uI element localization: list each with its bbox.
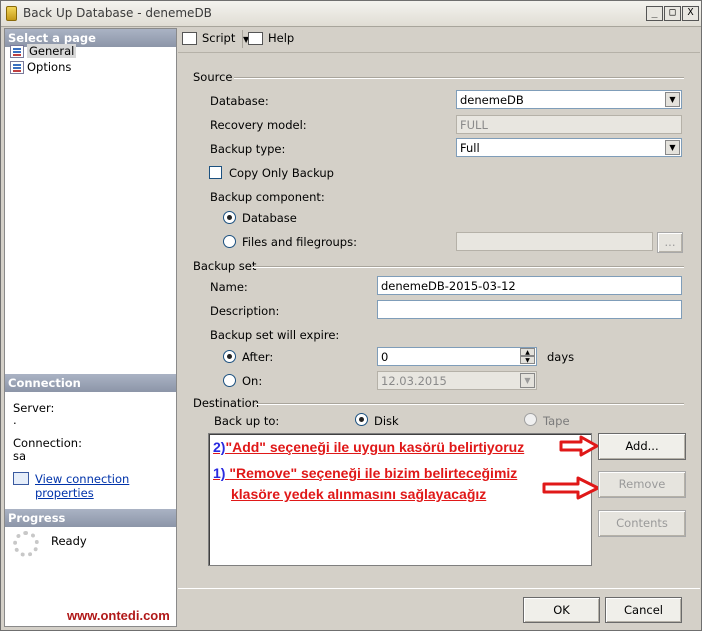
view-connection-properties-label: View connection properties	[35, 472, 130, 500]
recovery-model-field: FULL	[456, 115, 682, 134]
backup-type-label: Backup type:	[210, 142, 286, 156]
script-button[interactable]: Script ▼	[182, 31, 249, 47]
remove-button[interactable]: Remove	[598, 471, 686, 498]
recovery-model-label: Recovery model:	[210, 118, 307, 132]
script-label: Script	[202, 31, 236, 45]
annotation-remove-number: 1)	[213, 465, 226, 481]
expire-after-label: After:	[242, 350, 274, 364]
name-input[interactable]: denemeDB-2015-03-12	[377, 276, 682, 295]
chevron-down-icon: ▼	[520, 373, 535, 388]
ok-button[interactable]: OK	[523, 597, 600, 623]
connection-header: Connection	[5, 374, 176, 392]
database-icon	[6, 6, 17, 21]
backup-to-disk-label: Disk	[374, 414, 399, 428]
toolbar: Script ▼ Help	[178, 28, 700, 50]
expire-on-label: On:	[242, 374, 263, 388]
expire-days-value: 0	[381, 350, 389, 364]
page-icon	[10, 61, 24, 74]
backup-to-tape-radio	[524, 413, 537, 426]
dialog-footer: OK Cancel	[178, 588, 700, 628]
contents-button[interactable]: Contents	[598, 510, 686, 537]
description-label: Description:	[210, 304, 280, 318]
annotation-remove: 1) "Remove" seçeneği ile bizim belirtece…	[213, 465, 517, 481]
annotation-remove-text: "Remove" seçeneği ile bizim belirteceğim…	[229, 465, 518, 481]
maximize-button[interactable]: □	[664, 6, 681, 21]
close-button[interactable]: X	[682, 6, 699, 21]
page-general[interactable]: General	[9, 44, 77, 60]
backup-dialog: Back Up Database - denemeDB _ □ X Select…	[0, 0, 702, 631]
destination-list[interactable]: 2)"Add" seçeneği ile uygun kasörü belirt…	[208, 433, 592, 566]
chevron-down-icon: ▼	[665, 140, 680, 155]
expire-days-stepper[interactable]: 0 ▲ ▼	[377, 347, 537, 366]
page-icon	[10, 45, 24, 58]
backup-to-tape-label: Tape	[543, 414, 570, 428]
expire-date-combo: 12.03.2015 ▼	[377, 371, 537, 390]
connection-value: sa	[13, 449, 27, 463]
page-options[interactable]: Options	[9, 60, 71, 76]
backup-to-disk-radio[interactable]	[355, 413, 368, 426]
toolbar-separator	[242, 30, 243, 48]
backup-type-value: Full	[460, 141, 480, 155]
source-group-label: Source	[193, 70, 233, 84]
expire-on-radio[interactable]	[223, 374, 236, 387]
annotation-add: 2)"Add" seçeneği ile uygun kasörü belirt…	[213, 439, 524, 455]
page-options-label: Options	[27, 60, 72, 74]
cancel-button[interactable]: Cancel	[605, 597, 682, 623]
left-pane: Select a page General Options Connection…	[4, 28, 177, 627]
database-combo[interactable]: denemeDB ▼	[456, 90, 682, 109]
destination-group-label: Destination	[193, 396, 259, 410]
server-label: Server:	[13, 401, 55, 415]
annotation-remove-line2: klasöre yedek alınmasını sağlayacağız	[231, 486, 487, 502]
window-title: Back Up Database - denemeDB	[23, 6, 212, 20]
database-label: Database:	[210, 94, 269, 108]
annotation-add-number: 2)	[213, 439, 226, 455]
component-files-radio[interactable]	[223, 235, 236, 248]
chevron-down-icon: ▼	[665, 92, 680, 107]
backup-component-label: Backup component:	[210, 190, 325, 204]
progress-spinner-icon	[13, 531, 39, 557]
backup-to-label: Back up to:	[214, 414, 280, 428]
help-label: Help	[268, 31, 295, 45]
server-value: .	[13, 413, 17, 427]
name-label: Name:	[210, 280, 248, 294]
add-button[interactable]: Add...	[598, 433, 686, 460]
annotation-add-text: "Add" seçeneği ile uygun kasörü belirtiy…	[225, 439, 525, 455]
general-page: Source Database: denemeDB ▼ Recovery mod…	[178, 52, 700, 586]
component-database-label: Database	[242, 211, 297, 225]
database-value: denemeDB	[460, 93, 524, 107]
view-connection-properties-link[interactable]: View connection properties	[13, 472, 176, 500]
arrow-right-icon	[542, 476, 600, 500]
expire-label: Backup set will expire:	[210, 328, 340, 342]
right-pane: Script ▼ Help Source Database: denemeDB …	[178, 28, 700, 588]
destination-divider	[256, 403, 684, 404]
backup-set-divider	[252, 266, 684, 267]
help-button[interactable]: Help	[248, 31, 294, 47]
connection-label: Connection:	[13, 436, 82, 450]
title-bar: Back Up Database - denemeDB _ □ X	[1, 1, 701, 27]
component-database-radio[interactable]	[223, 211, 236, 224]
script-icon	[182, 32, 197, 45]
filegroups-field	[456, 232, 653, 251]
browse-button[interactable]: ...	[657, 232, 683, 253]
page-general-label: General	[27, 44, 77, 58]
description-input[interactable]	[377, 300, 682, 319]
help-icon	[248, 32, 263, 45]
backup-set-group-label: Backup set	[193, 259, 257, 273]
progress-status: Ready	[51, 534, 87, 548]
backup-type-combo[interactable]: Full ▼	[456, 138, 682, 157]
arrow-right-icon	[559, 435, 599, 457]
days-label: days	[547, 350, 575, 364]
watermark: www.ontedi.com	[67, 608, 170, 623]
component-files-label: Files and filegroups:	[242, 235, 357, 249]
expire-date-value: 12.03.2015	[381, 374, 447, 388]
copy-only-checkbox[interactable]	[209, 166, 222, 179]
expire-after-radio[interactable]	[223, 350, 236, 363]
progress-header: Progress	[5, 509, 176, 527]
properties-icon	[13, 472, 29, 485]
chevron-down-icon[interactable]: ▼	[520, 356, 535, 364]
source-divider	[234, 77, 684, 78]
minimize-button[interactable]: _	[646, 6, 663, 21]
copy-only-label: Copy Only Backup	[229, 166, 334, 180]
chevron-up-icon[interactable]: ▲	[520, 348, 535, 356]
